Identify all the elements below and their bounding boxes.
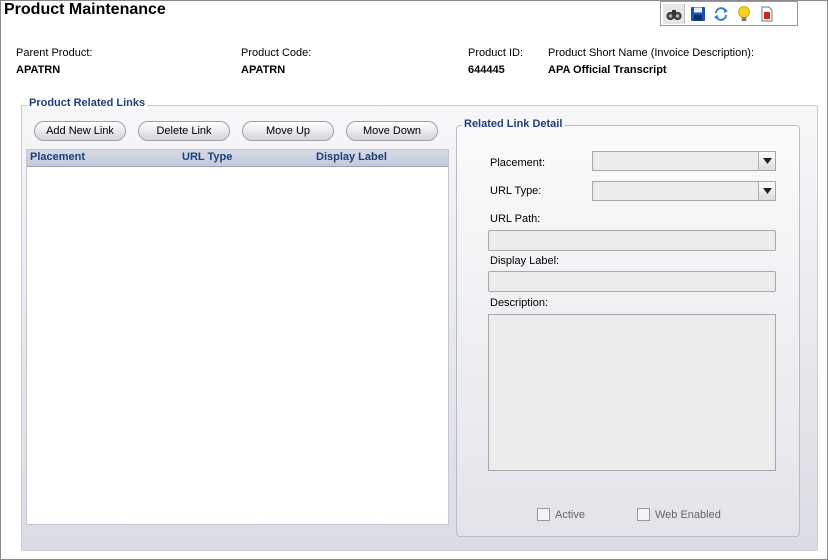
parent-product-value: APATRN (16, 64, 61, 76)
related-links-grid[interactable]: Placement URL Type Display Label (26, 149, 449, 525)
grid-header: Placement URL Type Display Label (27, 150, 448, 167)
placement-select[interactable] (592, 151, 776, 171)
product-code-value: APATRN (241, 64, 286, 76)
toolbar (660, 1, 798, 26)
product-id-value: 644445 (468, 64, 505, 76)
delete-link-button[interactable]: Delete Link (138, 121, 230, 141)
short-name-label: Product Short Name (Invoice Description)… (548, 47, 755, 59)
column-header-display-label[interactable]: Display Label (316, 151, 387, 163)
url-type-select[interactable] (592, 181, 776, 201)
chevron-down-icon[interactable] (758, 152, 775, 170)
short-name-value: APA Official Transcript (548, 64, 667, 76)
page-title: Product Maintenance (4, 1, 166, 18)
document-icon[interactable] (757, 4, 777, 24)
lightbulb-icon[interactable] (734, 4, 754, 24)
related-links-title: Product Related Links (27, 97, 148, 109)
refresh-icon[interactable] (711, 4, 731, 24)
web-enabled-label: Web Enabled (655, 509, 721, 521)
url-type-label: URL Type: (490, 185, 542, 197)
binoculars-icon[interactable] (663, 3, 685, 24)
add-new-link-button[interactable]: Add New Link (34, 121, 126, 141)
chevron-down-icon[interactable] (758, 182, 775, 200)
move-up-button[interactable]: Move Up (242, 121, 334, 141)
url-path-input[interactable] (488, 230, 776, 251)
related-link-detail-title: Related Link Detail (462, 118, 565, 130)
parent-product-label: Parent Product: (16, 47, 93, 59)
product-id-label: Product ID: (468, 47, 524, 59)
product-code-label: Product Code: (241, 47, 312, 59)
column-header-url-type[interactable]: URL Type (182, 151, 232, 163)
active-checkbox[interactable] (537, 508, 550, 521)
web-enabled-checkbox[interactable] (637, 508, 650, 521)
display-label-input[interactable] (488, 271, 776, 292)
display-label-label: Display Label: (490, 255, 560, 267)
save-icon[interactable] (688, 4, 708, 24)
active-label: Active (555, 509, 585, 521)
placement-label: Placement: (490, 157, 546, 169)
description-label: Description: (490, 297, 549, 309)
move-down-button[interactable]: Move Down (346, 121, 438, 141)
url-path-label: URL Path: (490, 213, 541, 225)
column-header-placement[interactable]: Placement (30, 151, 85, 163)
description-textarea[interactable] (488, 314, 776, 471)
